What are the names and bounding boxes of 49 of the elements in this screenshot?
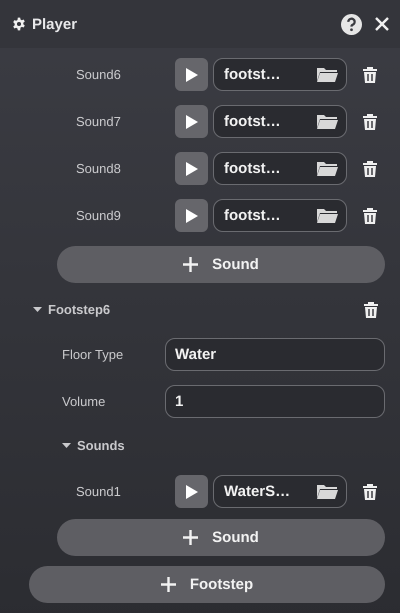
play-icon (184, 484, 198, 500)
file-field[interactable]: footst… (213, 152, 347, 185)
file-field[interactable]: footst… (213, 58, 347, 91)
sound-label: Sound7 (76, 114, 122, 129)
close-button[interactable] (374, 16, 390, 32)
folder-icon (316, 66, 338, 83)
add-button[interactable]: Footstep (29, 566, 385, 603)
play-button[interactable] (175, 152, 208, 185)
plus-icon (183, 530, 198, 545)
folder-icon (316, 160, 338, 177)
play-icon (184, 208, 198, 224)
play-button[interactable] (175, 58, 208, 91)
delete-button[interactable] (362, 160, 378, 177)
section-title: Footstep6 (48, 302, 112, 316)
play-button[interactable] (175, 105, 208, 138)
delete-button[interactable] (362, 113, 378, 130)
play-icon (184, 66, 198, 82)
caret-down-icon[interactable] (62, 440, 71, 450)
text-field[interactable]: 1 (165, 385, 385, 418)
sound-label: Sound8 (76, 161, 122, 176)
file-field[interactable]: WaterS… (213, 475, 347, 508)
delete-button[interactable] (363, 300, 379, 318)
add-button[interactable]: Sound (57, 246, 385, 283)
folder-icon (316, 483, 338, 500)
window-title: Player (32, 16, 78, 32)
field-label: Floor Type (62, 347, 124, 362)
play-icon (184, 160, 198, 176)
sound-label: Sound9 (76, 208, 122, 223)
play-button[interactable] (175, 475, 208, 508)
sound-label: Sound6 (76, 67, 122, 82)
sound-label: Sound1 (76, 484, 122, 499)
text-field[interactable]: Water (165, 338, 385, 371)
folder-icon (316, 207, 338, 224)
settings-icon (12, 17, 26, 31)
field-label: Volume (62, 394, 106, 409)
file-field[interactable]: footst… (213, 199, 347, 232)
section-title: Sounds (77, 438, 125, 452)
file-field[interactable]: footst… (213, 105, 347, 138)
play-button[interactable] (175, 199, 208, 232)
delete-button[interactable] (362, 66, 378, 83)
delete-button[interactable] (362, 207, 378, 224)
folder-icon (316, 113, 338, 130)
add-button[interactable]: Sound (57, 519, 385, 556)
plus-icon (183, 257, 198, 272)
caret-down-icon[interactable] (33, 304, 42, 314)
help-button[interactable] (341, 14, 362, 34)
plus-icon (160, 577, 176, 592)
delete-button[interactable] (362, 483, 378, 500)
play-icon (184, 114, 198, 130)
